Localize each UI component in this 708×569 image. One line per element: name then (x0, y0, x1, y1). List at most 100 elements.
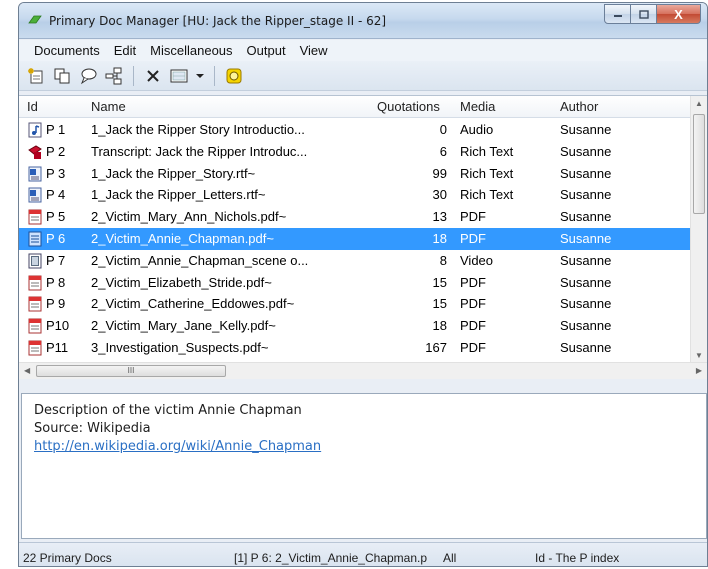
title-bar[interactable]: Primary Doc Manager [HU: Jack the Ripper… (19, 3, 707, 39)
row-author: Susanne (560, 122, 612, 137)
column-header-quotations[interactable]: Quotations (377, 99, 440, 114)
column-header-media[interactable]: Media (460, 99, 495, 114)
row-quotations: 18 (432, 318, 447, 334)
scroll-grip: III (127, 366, 135, 375)
row-media: Audio (460, 122, 494, 137)
row-author: Susanne (560, 296, 612, 312)
video-icon (28, 253, 42, 269)
menu-edit[interactable]: Edit (107, 43, 143, 58)
target-icon (226, 68, 242, 83)
maximize-icon (638, 9, 649, 19)
table-row[interactable]: P 4 1_Jack the Ripper_Letters.rtf~ 30 Ri… (19, 184, 690, 206)
row-id: P 3 (46, 165, 66, 181)
row-id: P 2 (46, 143, 66, 159)
pane-splitter[interactable] (19, 379, 707, 392)
row-name: Transcript: Jack the Ripper Introduc... (91, 143, 308, 159)
row-quotations: 167 (425, 339, 447, 355)
tree-button[interactable] (103, 65, 125, 87)
primary-doc-manager-window: Primary Doc Manager [HU: Jack the Ripper… (18, 2, 708, 567)
menu-miscellaneous[interactable]: Miscellaneous (143, 43, 239, 58)
display-icon (170, 69, 188, 82)
new-doc-icon (28, 67, 43, 83)
delete-button[interactable] (142, 65, 164, 87)
row-author: Susanne (560, 339, 612, 355)
table-row[interactable]: P 7 2_Victim_Annie_Chapman_scene o... 8 … (19, 250, 690, 272)
pdf-icon (28, 209, 42, 225)
column-header-author[interactable]: Author (560, 99, 598, 114)
table-row[interactable]: P 9 2_Victim_Catherine_Eddowes.pdf~ 15 P… (19, 293, 690, 315)
toolbar-separator (214, 65, 215, 86)
row-author: Susanne (560, 230, 612, 246)
menu-view[interactable]: View (293, 43, 335, 58)
table-row[interactable]: P 5 2_Victim_Mary_Ann_Nichols.pdf~ 13 PD… (19, 206, 690, 228)
row-name: 2_Victim_Mary_Jane_Kelly.pdf~ (91, 318, 276, 334)
close-icon: X (674, 6, 683, 22)
comment-button[interactable] (77, 65, 99, 87)
new-doc-button[interactable] (25, 65, 47, 87)
target-button[interactable] (223, 65, 245, 87)
row-id: P 8 (46, 274, 66, 290)
table-row[interactable]: P 1 1_Jack the Ripper Story Introductio.… (19, 119, 690, 141)
close-button[interactable]: X (657, 4, 701, 24)
row-name: 1_Jack the Ripper_Letters.rtf~ (91, 187, 266, 203)
primary-docs-list[interactable]: Id Name Quotations Media Author P 1 1_Ja… (19, 95, 707, 379)
row-name: 3_Investigation_Suspects.pdf~ (91, 339, 269, 355)
maximize-button[interactable] (631, 4, 657, 24)
display-button[interactable] (168, 65, 190, 87)
row-author: Susanne (560, 143, 612, 159)
table-row[interactable]: P10 2_Victim_Mary_Jane_Kelly.pdf~ 18 PDF… (19, 315, 690, 337)
table-row[interactable]: P11 3_Investigation_Suspects.pdf~ 167 PD… (19, 337, 690, 359)
row-author: Susanne (560, 209, 612, 225)
vertical-scroll-thumb[interactable] (693, 114, 705, 214)
vertical-scrollbar[interactable]: ▲ ▼ (690, 96, 707, 362)
row-author: Susanne (560, 318, 612, 334)
pdf-icon (28, 318, 42, 334)
dropdown-icon (196, 73, 204, 78)
row-media: PDF (460, 274, 486, 290)
table-row[interactable]: P 2 Transcript: Jack the Ripper Introduc… (19, 141, 690, 163)
row-author: Susanne (560, 274, 612, 290)
row-quotations: 15 (432, 274, 447, 290)
table-row[interactable]: P 3 1_Jack the Ripper_Story.rtf~ 99 Rich… (19, 163, 690, 185)
row-quotations: 0 (439, 122, 447, 137)
row-quotations: 13 (432, 209, 447, 225)
horizontal-scroll-thumb[interactable]: III (36, 365, 226, 377)
richtext-icon (28, 166, 42, 182)
row-quotations: 8 (439, 252, 447, 268)
description-line: Description of the victim Annie Chapman (34, 403, 302, 418)
column-header-id[interactable]: Id (27, 99, 38, 114)
scroll-right-icon[interactable]: ▶ (696, 366, 702, 375)
audio-icon (28, 122, 42, 138)
row-media: Video (460, 252, 494, 268)
description-link[interactable]: http://en.wikipedia.org/wiki/Annie_Chapm… (34, 439, 321, 454)
menu-bar: Documents Edit Miscellaneous Output View (19, 40, 707, 61)
pdf-icon (28, 275, 42, 291)
delete-icon (147, 69, 159, 82)
row-author: Susanne (560, 187, 612, 203)
scroll-left-icon[interactable]: ◀ (24, 366, 30, 375)
status-doc-count: 22 Primary Docs (23, 551, 112, 565)
row-quotations: 99 (432, 165, 447, 181)
status-filter: All (443, 551, 457, 565)
table-row[interactable]: P 8 2_Victim_Elizabeth_Stride.pdf~ 15 PD… (19, 272, 690, 294)
row-name: 2_Victim_Mary_Ann_Nichols.pdf~ (91, 209, 287, 225)
row-id: P 4 (46, 187, 66, 203)
horizontal-scrollbar[interactable]: ◀ III ▶ (19, 362, 707, 379)
column-header-name[interactable]: Name (91, 99, 126, 114)
description-panel[interactable]: Description of the victim Annie Chapman … (21, 393, 707, 539)
scroll-down-icon[interactable]: ▼ (695, 351, 703, 360)
menu-output[interactable]: Output (240, 43, 293, 58)
minimize-button[interactable] (604, 4, 631, 24)
row-id: P 1 (46, 122, 66, 137)
menu-documents[interactable]: Documents (27, 43, 107, 58)
copy-button[interactable] (51, 65, 73, 87)
app-logo-icon (28, 15, 42, 24)
toolbar (19, 61, 707, 91)
status-sort: Id - The P index (535, 551, 620, 565)
transcript-icon (28, 145, 42, 159)
row-name: 2_Victim_Elizabeth_Stride.pdf~ (91, 274, 272, 290)
pdf-icon (28, 296, 42, 312)
table-row-selected[interactable]: P 6 2_Victim_Annie_Chapman.pdf~ 18 PDF S… (19, 227, 690, 250)
scroll-up-icon[interactable]: ▲ (695, 99, 703, 108)
display-dropdown-button[interactable] (194, 65, 206, 87)
